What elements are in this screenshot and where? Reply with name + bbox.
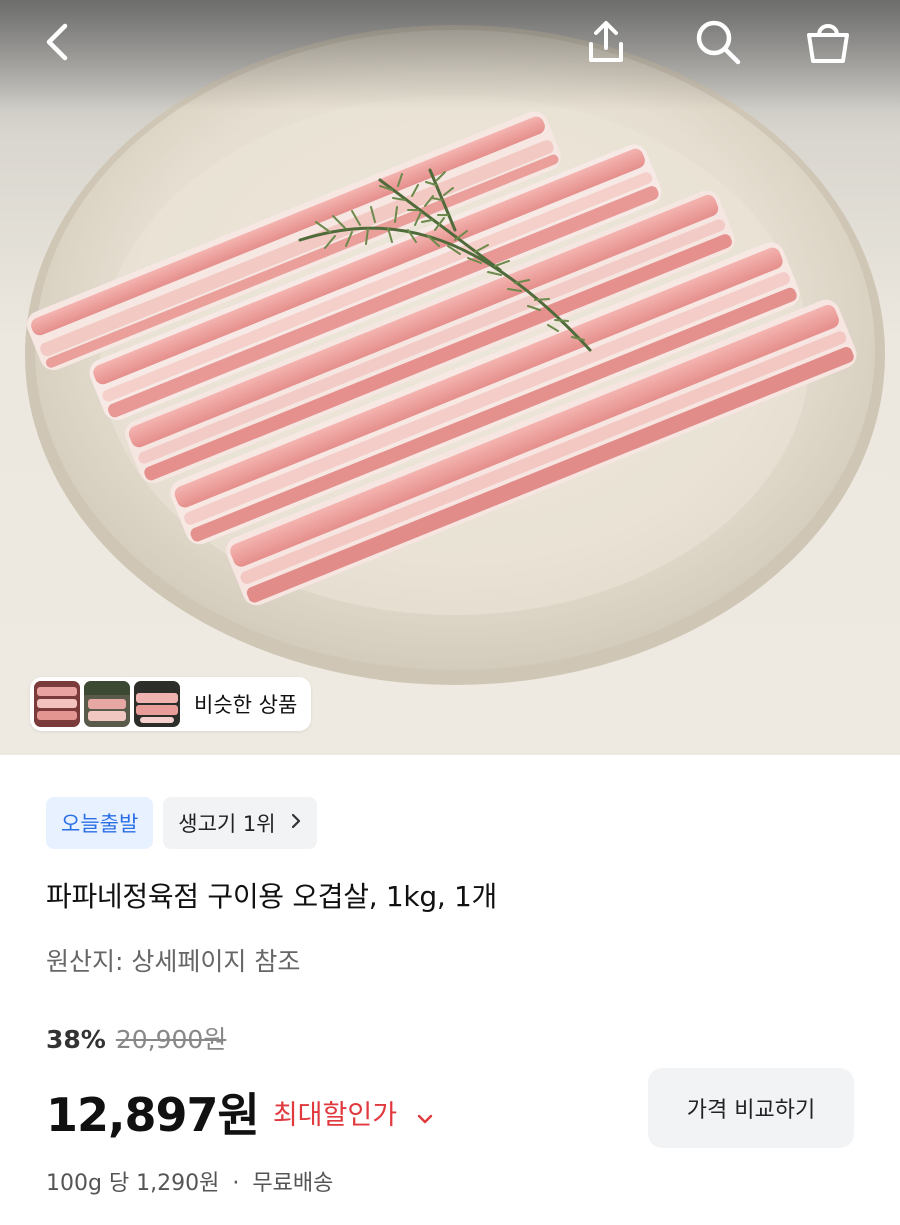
chevron-right-icon xyxy=(290,811,302,835)
search-icon xyxy=(696,20,741,65)
compare-prices-button[interactable]: 가격 비교하기 xyxy=(648,1068,854,1148)
today-ship-badge: 오늘출발 xyxy=(46,797,154,849)
similar-thumbnail xyxy=(34,681,80,727)
original-price: 20,900원 xyxy=(115,1025,227,1054)
discount-percent: 38% xyxy=(46,1025,106,1054)
share-upload-icon xyxy=(589,21,623,62)
shipping-info: 무료배송 xyxy=(252,1171,334,1196)
share-button[interactable] xyxy=(578,14,634,70)
cart-button[interactable] xyxy=(800,14,856,70)
unit-price-row: 100g 당 1,290원 · 무료배송 xyxy=(46,1165,333,1197)
category-rank-badge[interactable]: 생고기 1위 xyxy=(163,797,317,849)
back-button[interactable] xyxy=(30,14,86,70)
origin-info: 원산지: 상세페이지 참조 xyxy=(46,947,301,976)
product-title: 파파네정육점 구이용 오겹살, 1kg, 1개 xyxy=(46,880,498,913)
shopping-bag-icon xyxy=(807,24,849,63)
similar-thumbnail xyxy=(134,681,180,727)
product-page: 비슷한 상품 오늘출발 생고기 1위 파파네정육점 구이용 오겹살, 1kg, … xyxy=(0,0,900,1225)
chevron-left-icon xyxy=(46,23,68,61)
similar-products-button[interactable]: 비슷한 상품 xyxy=(30,677,312,731)
product-image[interactable]: 비슷한 상품 xyxy=(0,0,900,755)
compare-prices-label: 가격 비교하기 xyxy=(686,1098,816,1123)
pork-belly-photo xyxy=(0,0,900,685)
today-ship-label: 오늘출발 xyxy=(61,812,139,836)
similar-thumbnail xyxy=(84,681,130,727)
max-discount-toggle[interactable]: 최대할인가 xyxy=(273,1093,434,1132)
unit-price: 100g 당 1,290원 xyxy=(46,1171,220,1196)
chevron-down-icon xyxy=(416,1101,434,1132)
price-row: 12,897원 최대할인가 xyxy=(46,1079,434,1145)
category-rank-label: 생고기 1위 xyxy=(178,812,276,836)
badge-row: 오늘출발 생고기 1위 xyxy=(46,797,317,849)
product-info: 오늘출발 생고기 1위 파파네정육점 구이용 오겹살, 1kg, 1개 원산지:… xyxy=(0,755,900,1225)
similar-products-label: 비슷한 상품 xyxy=(194,693,298,717)
search-button[interactable] xyxy=(690,14,746,70)
discount-row: 38% 20,900원 xyxy=(46,1020,226,1056)
separator-dot: · xyxy=(232,1171,240,1196)
max-discount-label: 최대할인가 xyxy=(272,1099,398,1131)
sale-price: 12,897원 xyxy=(46,1088,260,1142)
